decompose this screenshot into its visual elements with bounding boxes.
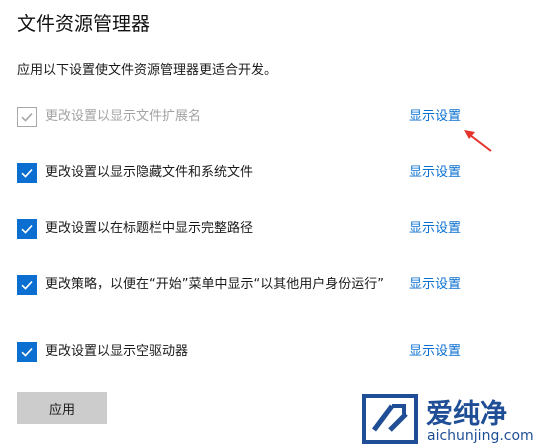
watermark-url: aichunjing.com bbox=[427, 428, 534, 444]
setting-label: 更改设置以显示空驱动器 bbox=[45, 344, 189, 359]
checkmark-icon bbox=[21, 113, 33, 122]
aichunjing-logo-icon bbox=[362, 394, 418, 444]
checkbox-file-extensions[interactable] bbox=[17, 107, 37, 127]
checkmark-icon bbox=[21, 281, 33, 290]
setting-label: 更改策略，以便在“开始”菜单中显示“以其他用户身份运行” bbox=[45, 277, 384, 292]
show-settings-link[interactable]: 显示设置 bbox=[409, 219, 461, 239]
checkbox-hidden-files[interactable] bbox=[17, 163, 37, 183]
checkbox-run-as-user[interactable] bbox=[17, 275, 37, 295]
show-settings-link[interactable]: 显示设置 bbox=[409, 107, 461, 127]
setting-label: 更改设置以显示文件扩展名 bbox=[45, 109, 202, 124]
show-settings-link[interactable]: 显示设置 bbox=[409, 342, 461, 362]
setting-label: 更改设置以在标题栏中显示完整路径 bbox=[45, 221, 254, 236]
watermark-brand: 爱纯净 bbox=[426, 398, 507, 430]
red-arrow-icon bbox=[464, 130, 492, 152]
setting-label: 更改设置以显示隐藏文件和系统文件 bbox=[45, 165, 254, 180]
watermark: 爱纯净 aichunjing.com bbox=[360, 390, 549, 447]
checkbox-empty-drives[interactable] bbox=[17, 342, 37, 362]
show-settings-link[interactable]: 显示设置 bbox=[409, 163, 461, 183]
checkmark-icon bbox=[21, 169, 33, 178]
checkmark-icon bbox=[21, 225, 33, 234]
page-title: 文件资源管理器 bbox=[17, 13, 151, 35]
apply-button[interactable]: 应用 bbox=[17, 392, 107, 424]
page-description: 应用以下设置使文件资源管理器更适合开发。 bbox=[17, 63, 278, 78]
checkmark-icon bbox=[21, 348, 33, 357]
show-settings-link[interactable]: 显示设置 bbox=[409, 275, 461, 295]
checkbox-full-path[interactable] bbox=[17, 219, 37, 239]
